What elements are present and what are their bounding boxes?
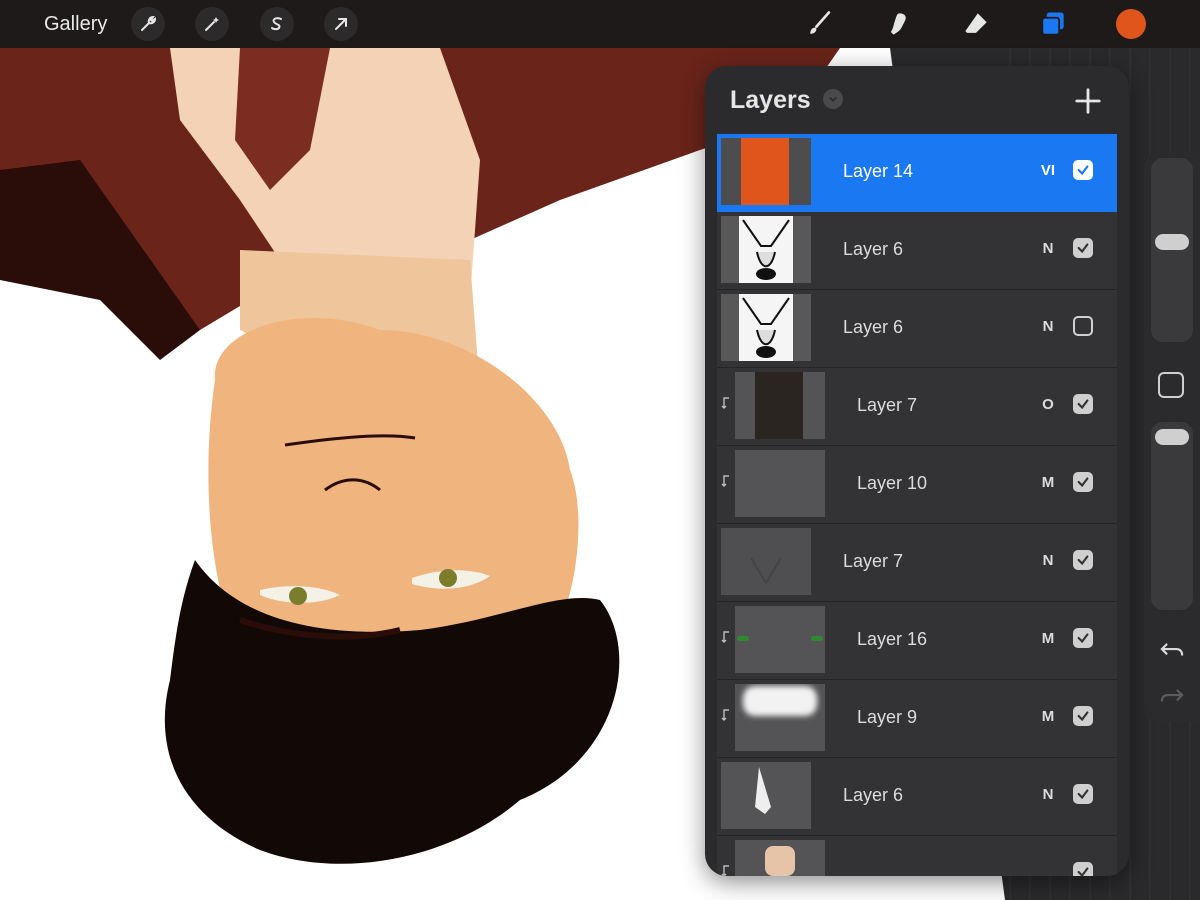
clipping-mask-icon [721, 397, 729, 409]
layer-row[interactable]: Layer 16 M [717, 602, 1117, 680]
smudge-icon[interactable] [880, 6, 916, 42]
layer-thumbnail [721, 762, 811, 829]
layer-list: Layer 14 VI Layer 6 N Layer 6 N Layer 7 O Layer … [717, 134, 1117, 876]
undo-arrow-icon[interactable] [1158, 638, 1186, 662]
clipping-mask-icon [721, 475, 729, 487]
layer-row[interactable]: Layer 6 N [717, 290, 1117, 368]
layer-blend-mode-button[interactable]: N [1037, 238, 1059, 260]
layer-visibility-checkbox[interactable] [1073, 784, 1093, 804]
layer-row[interactable] [717, 836, 1117, 876]
layer-name: Layer 10 [857, 473, 928, 493]
layer-name: Layer 9 [857, 707, 918, 727]
layer-row[interactable]: Layer 6 N [717, 758, 1117, 836]
checkmark-icon [1077, 867, 1089, 876]
color-picker-swatch[interactable] [1116, 9, 1146, 39]
checkmark-icon [1077, 711, 1089, 722]
layer-name: Layer 7 [857, 395, 918, 415]
checkmark-icon [1077, 165, 1089, 176]
wrench-icon[interactable] [131, 7, 165, 41]
layer-name: Layer 6 [843, 239, 904, 259]
layer-row[interactable]: Layer 9 M [717, 680, 1117, 758]
layer-blend-mode-button[interactable]: M [1037, 472, 1059, 494]
layer-blend-mode-button[interactable]: N [1037, 784, 1059, 806]
layer-thumbnail [721, 294, 811, 361]
checkmark-icon [1077, 633, 1089, 644]
layer-thumbnail [721, 216, 811, 283]
checkmark-icon [1077, 243, 1089, 254]
layer-blend-mode-button[interactable]: M [1037, 706, 1059, 728]
layer-thumbnail [735, 684, 825, 751]
layer-blend-mode-button[interactable]: N [1037, 316, 1059, 338]
layer-name: Layer 6 [843, 317, 904, 337]
brush-opacity-slider[interactable] [1151, 422, 1193, 610]
plus-icon[interactable] [1071, 84, 1105, 118]
layer-thumbnail [735, 840, 825, 876]
layer-name: Layer 6 [843, 785, 904, 805]
layer-blend-mode-button[interactable]: VI [1037, 160, 1059, 182]
layer-row[interactable]: Layer 14 VI [717, 134, 1117, 212]
brush-opacity-thumb[interactable] [1155, 429, 1189, 446]
top-toolbar: Gallery [0, 0, 1200, 48]
layer-visibility-checkbox[interactable] [1073, 550, 1093, 570]
layer-row[interactable]: Layer 7 N [717, 524, 1117, 602]
brush-size-thumb[interactable] [1155, 234, 1189, 250]
checkmark-icon [1077, 789, 1089, 800]
checkmark-icon [1077, 399, 1089, 410]
brush-sidebar [1144, 152, 1200, 722]
clipping-mask-icon [721, 631, 729, 643]
layers-icon[interactable] [1035, 6, 1071, 42]
layer-thumbnail [735, 450, 825, 517]
layers-panel: Layers Layer 14 VI Layer 6 N Layer 6 N Layer 7… [705, 66, 1129, 876]
layer-visibility-checkbox[interactable] [1073, 862, 1093, 876]
clipping-mask-icon [721, 865, 729, 876]
selection-s-icon[interactable] [260, 7, 294, 41]
magic-wand-icon[interactable] [195, 7, 229, 41]
transform-arrow-icon[interactable] [324, 7, 358, 41]
clipping-mask-icon [721, 709, 729, 721]
layer-thumbnail [735, 606, 825, 673]
brush-icon[interactable] [802, 6, 838, 42]
checkmark-icon [1077, 555, 1089, 566]
layer-name: Layer 16 [857, 629, 928, 649]
layer-blend-mode-button[interactable]: M [1037, 628, 1059, 650]
layer-visibility-checkbox[interactable] [1073, 706, 1093, 726]
layer-visibility-checkbox[interactable] [1073, 628, 1093, 648]
brush-size-slider[interactable] [1151, 158, 1193, 342]
layer-visibility-checkbox[interactable] [1073, 472, 1093, 492]
layer-name: Layer 7 [843, 551, 904, 571]
layer-thumbnail [721, 528, 811, 595]
checkmark-icon [1077, 477, 1089, 488]
square-modify-icon[interactable] [1158, 372, 1184, 398]
gallery-button[interactable]: Gallery [44, 12, 107, 36]
layer-visibility-checkbox[interactable] [1073, 160, 1093, 180]
eraser-icon[interactable] [958, 6, 994, 42]
layer-blend-mode-button[interactable]: O [1037, 394, 1059, 416]
layer-row[interactable]: Layer 10 M [717, 446, 1117, 524]
layer-row[interactable]: Layer 6 N [717, 212, 1117, 290]
layer-thumbnail [735, 372, 825, 439]
layer-visibility-checkbox[interactable] [1073, 316, 1093, 336]
chevron-down-icon[interactable] [823, 89, 843, 109]
layer-thumbnail [721, 138, 811, 205]
layer-visibility-checkbox[interactable] [1073, 238, 1093, 258]
layer-blend-mode-button[interactable]: N [1037, 550, 1059, 572]
redo-arrow-icon[interactable] [1158, 684, 1186, 708]
layers-panel-title: Layers [730, 86, 811, 114]
layer-row[interactable]: Layer 7 O [717, 368, 1117, 446]
layer-name: Layer 14 [843, 161, 914, 181]
layer-visibility-checkbox[interactable] [1073, 394, 1093, 414]
